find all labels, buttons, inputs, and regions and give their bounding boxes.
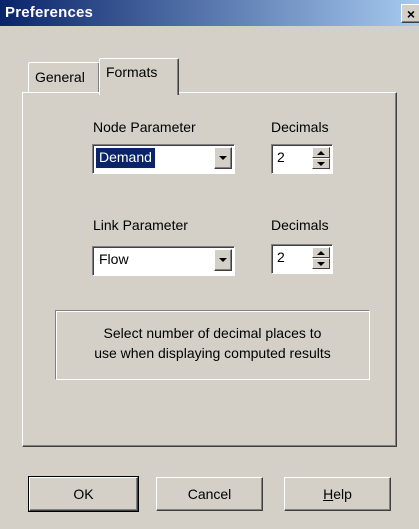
- close-icon: ×: [406, 5, 416, 22]
- help-button[interactable]: Help: [284, 477, 391, 511]
- preferences-dialog: Preferences × General Formats Node Param…: [0, 0, 419, 529]
- chevron-down-icon: [219, 258, 227, 262]
- cancel-button[interactable]: Cancel: [156, 477, 263, 511]
- link-parameter-select[interactable]: Flow: [92, 246, 235, 276]
- link-decimals-up-button[interactable]: [312, 247, 330, 258]
- cancel-button-label: Cancel: [187, 486, 232, 502]
- node-decimals-stepper[interactable]: 2: [271, 144, 333, 174]
- chevron-down-icon: [219, 156, 227, 160]
- arrow-up-icon: [317, 250, 325, 255]
- ok-button-label: OK: [73, 486, 94, 502]
- tab-general[interactable]: General: [28, 62, 100, 92]
- info-text-line1: Select number of decimal places to: [103, 325, 322, 341]
- node-decimals-up-button[interactable]: [312, 147, 330, 158]
- link-decimals-label: Decimals: [271, 217, 329, 233]
- tab-formats[interactable]: Formats: [99, 58, 179, 95]
- node-decimals-label: Decimals: [271, 119, 329, 135]
- info-box: Select number of decimal places to use w…: [55, 310, 370, 380]
- link-parameter-value: Flow: [99, 251, 129, 267]
- close-button[interactable]: ×: [401, 4, 419, 23]
- link-decimals-spin-buttons: [312, 247, 330, 269]
- node-decimals-value: 2: [277, 149, 285, 165]
- info-text-line2: use when displaying computed results: [94, 345, 331, 361]
- link-decimals-down-button[interactable]: [312, 258, 330, 269]
- help-button-label: Help: [323, 486, 352, 502]
- arrow-up-icon: [317, 150, 325, 155]
- arrow-down-icon: [317, 261, 325, 266]
- window-title: Preferences: [5, 4, 94, 21]
- node-parameter-label: Node Parameter: [93, 119, 196, 135]
- arrow-down-icon: [317, 161, 325, 166]
- node-parameter-dropdown-button[interactable]: [214, 147, 232, 169]
- link-decimals-stepper[interactable]: 2: [271, 244, 333, 274]
- link-parameter-label: Link Parameter: [93, 217, 188, 233]
- node-parameter-select[interactable]: Demand: [92, 144, 235, 174]
- ok-button[interactable]: OK: [28, 476, 139, 512]
- title-bar[interactable]: Preferences ×: [0, 0, 419, 26]
- node-decimals-down-button[interactable]: [312, 158, 330, 169]
- link-parameter-dropdown-button[interactable]: [214, 249, 232, 271]
- tab-formats-label: Formats: [106, 64, 158, 80]
- tab-general-label: General: [35, 69, 85, 85]
- node-decimals-spin-buttons: [312, 147, 330, 169]
- node-parameter-value: Demand: [95, 147, 156, 169]
- link-decimals-value: 2: [277, 249, 285, 265]
